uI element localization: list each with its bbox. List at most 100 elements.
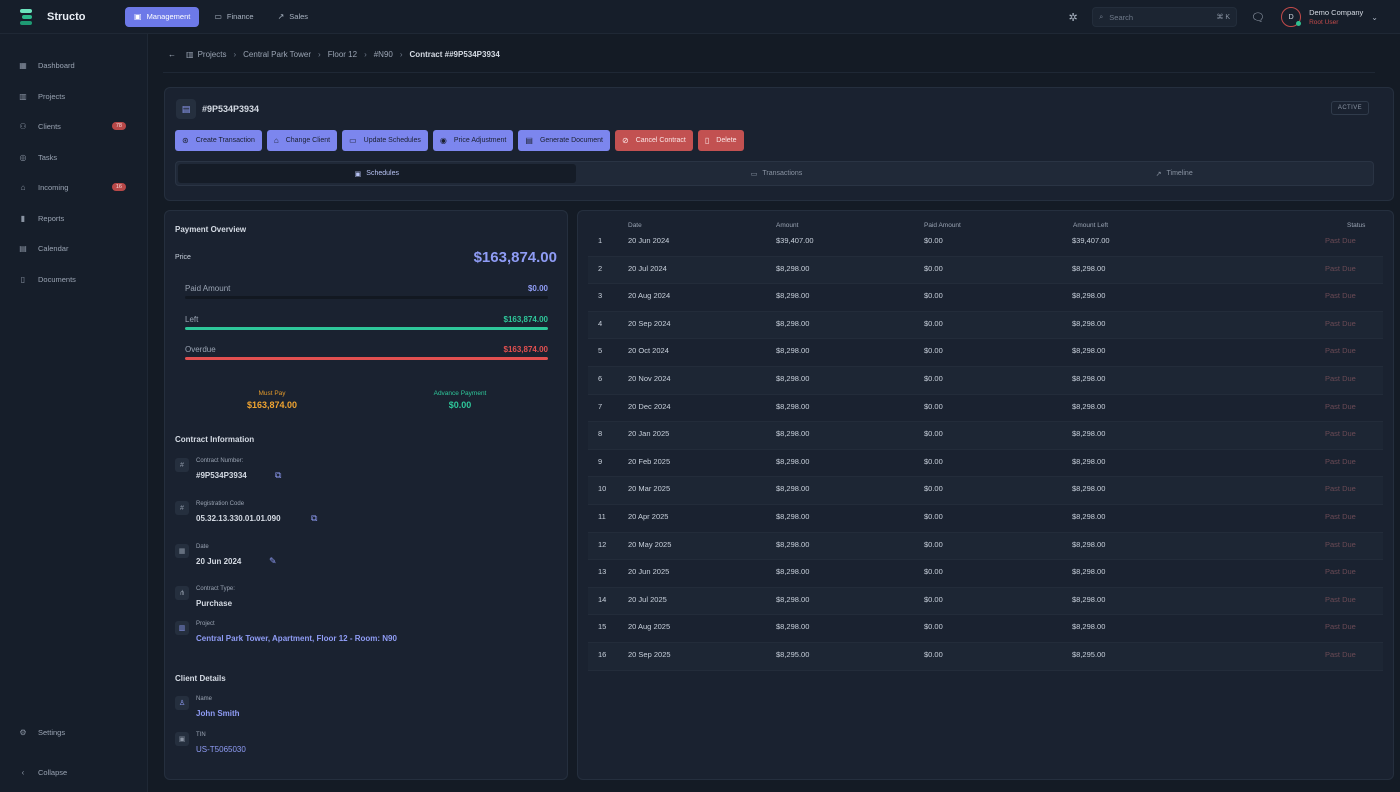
delete-button[interactable]: ▯ Delete: [697, 130, 744, 151]
row-index: 16: [598, 650, 607, 659]
module-tab-management[interactable]: ▣ Management: [125, 6, 200, 27]
tab-label: Schedules: [366, 170, 399, 177]
table-row[interactable]: 3 20 Aug 2024 $8,298.00 $0.00 $8,298.00 Past …: [588, 284, 1383, 312]
sidebar-item-dashboard[interactable]: ▦ Dashboard: [0, 55, 148, 75]
breadcrumb-item-floor[interactable]: Floor 12: [328, 50, 357, 59]
row-amount-left: $8,298.00: [1072, 622, 1106, 632]
row-date: 20 Dec 2024: [628, 401, 671, 411]
generate-document-button[interactable]: ▤ Generate Document: [518, 130, 610, 151]
table-row[interactable]: 4 20 Sep 2024 $8,298.00 $0.00 $8,298.00 Past …: [588, 311, 1383, 340]
search-input[interactable]: ⌕ Search ⌘ K: [1092, 7, 1238, 27]
update-schedules-button[interactable]: ▭ Update Schedules: [342, 130, 428, 151]
column-header-amount[interactable]: Amount: [776, 222, 798, 229]
sidebar-item-tasks[interactable]: ◎ Tasks: [0, 147, 148, 167]
sidebar-item-clients[interactable]: ⚇ Clients 78: [0, 116, 148, 136]
row-date: 20 Mar 2025: [628, 484, 671, 494]
pencil-icon[interactable]: ✎: [269, 556, 277, 567]
bug-icon[interactable]: ✲: [1064, 8, 1082, 26]
sidebar-item-projects[interactable]: ▥ Projects: [0, 86, 148, 106]
breadcrumb-item-unit[interactable]: #N90: [374, 50, 393, 59]
table-row[interactable]: 9 20 Feb 2025 $8,298.00 $0.00 $8,298.00 Past …: [588, 450, 1383, 478]
app-logo[interactable]: Structo: [0, 8, 125, 26]
sidebar-item-reports[interactable]: ▮ Reports: [0, 208, 148, 228]
tab-schedules[interactable]: ▣ Schedules: [178, 164, 576, 183]
overdue-label: Overdue: [185, 345, 216, 354]
chat-icon[interactable]: 🗨: [1249, 8, 1267, 26]
table-row[interactable]: 8 20 Jan 2025 $8,298.00 $0.00 $8,298.00 Past …: [588, 422, 1383, 450]
module-tab-label: Management: [146, 12, 191, 21]
copy-icon[interactable]: ⧉: [311, 513, 317, 524]
user-menu[interactable]: D Demo Company Root User ⌄: [1281, 7, 1378, 27]
column-header-date[interactable]: Date: [628, 222, 642, 229]
column-header-paid-amount[interactable]: Paid Amount: [924, 222, 961, 229]
row-amount: $8,298.00: [776, 567, 810, 577]
chevron-right-icon: ›: [233, 49, 237, 59]
breadcrumb: ← ▥ Projects › Central Park Tower › Floo…: [168, 48, 500, 60]
change-client-button[interactable]: ⌂ Change Client: [266, 130, 338, 151]
row-date: 20 Jun 2025: [628, 567, 670, 577]
sidebar-item-settings[interactable]: ⚙ Settings: [0, 722, 148, 742]
table-row[interactable]: 15 20 Aug 2025 $8,298.00 $0.00 $8,298.00 Past…: [588, 615, 1383, 643]
table-row[interactable]: 16 20 Sep 2025 $8,295.00 $0.00 $8,295.00 Past…: [588, 643, 1383, 671]
table-row[interactable]: 10 20 Mar 2025 $8,298.00 $0.00 $8,298.00 Past…: [588, 477, 1383, 505]
module-tab-finance[interactable]: ▭ Finance: [205, 7, 262, 27]
cancel-contract-button[interactable]: ⊘ Cancel Contract: [614, 130, 693, 151]
row-amount-left: $8,298.00: [1072, 539, 1106, 549]
row-paid-amount: $0.00: [924, 263, 943, 273]
table-row[interactable]: 6 20 Nov 2024 $8,298.00 $0.00 $8,298.00 Past …: [588, 367, 1383, 395]
tab-transactions[interactable]: ▭ Transactions: [578, 162, 976, 185]
document-icon: ▯: [20, 274, 26, 284]
sidebar-item-incoming[interactable]: ⌂ Incoming 16: [0, 177, 148, 197]
chevron-left-icon: ‹: [21, 767, 25, 777]
column-header-status[interactable]: Status: [1347, 222, 1365, 229]
row-status: Past Due: [1325, 346, 1356, 356]
price-adjustment-button[interactable]: ◉ Price Adjustment: [432, 130, 514, 151]
sidebar-collapse-button[interactable]: ‹ Collapse: [0, 762, 148, 782]
sidebar-item-documents[interactable]: ▯ Documents: [0, 269, 148, 289]
row-status: Past Due: [1325, 291, 1356, 301]
button-label: Update Schedules: [363, 137, 421, 144]
row-paid-amount: $0.00: [924, 401, 943, 411]
sidebar-item-calendar[interactable]: ▤ Calendar: [0, 238, 148, 258]
progress-fill: [185, 327, 548, 330]
client-details-title: Client Details: [175, 674, 226, 683]
cash-icon: ▭: [750, 170, 758, 178]
progress-track: [185, 327, 548, 330]
button-label: Create Transaction: [195, 137, 255, 144]
chevron-down-icon: ⌄: [1371, 12, 1378, 22]
table-row[interactable]: 12 20 May 2025 $8,298.00 $0.00 $8,298.00 Past…: [588, 532, 1383, 561]
client-name-link[interactable]: John Smith: [196, 709, 240, 718]
table-row[interactable]: 11 20 Apr 2025 $8,298.00 $0.00 $8,298.00 Past…: [588, 505, 1383, 533]
project-link[interactable]: Central Park Tower, Apartment, Floor 12 …: [196, 634, 397, 643]
breadcrumb-item-projects[interactable]: Projects: [198, 50, 227, 59]
document-icon: ▤: [176, 99, 196, 119]
table-row[interactable]: 2 20 Jul 2024 $8,298.00 $0.00 $8,298.00 Past …: [588, 256, 1383, 285]
create-transaction-button[interactable]: ⊛ Create Transaction: [175, 130, 262, 151]
contract-information-title: Contract Information: [175, 435, 255, 444]
table-row[interactable]: 5 20 Oct 2024 $8,298.00 $0.00 $8,298.00 Past …: [588, 339, 1383, 367]
table-row[interactable]: 13 20 Jun 2025 $8,298.00 $0.00 $8,298.00 Past…: [588, 560, 1383, 588]
table-row[interactable]: 7 20 Dec 2024 $8,298.00 $0.00 $8,298.00 Past …: [588, 395, 1383, 423]
trend-icon: ↗: [1155, 170, 1162, 178]
registration-code-label: Registration Code: [196, 501, 245, 507]
chevron-right-icon: ›: [318, 49, 321, 59]
breadcrumb-item-project[interactable]: Central Park Tower: [243, 50, 311, 59]
module-tab-sales[interactable]: ↗ Sales: [269, 7, 317, 27]
row-date: 20 Sep 2024: [628, 318, 671, 328]
breadcrumb-current: Contract ##9P534P3934: [409, 49, 500, 59]
row-paid-amount: $0.00: [924, 291, 943, 301]
file-generate-icon: ▤: [525, 136, 533, 145]
row-amount: $8,298.00: [776, 512, 810, 521]
copy-icon[interactable]: ⧉: [275, 470, 281, 481]
table-row[interactable]: 1 20 Jun 2024 $39,407.00 $0.00 $39,407.00 Pas…: [588, 229, 1383, 257]
row-index: 11: [598, 512, 606, 521]
column-header-amount-left[interactable]: Amount Left: [1073, 222, 1108, 229]
row-status: Past Due: [1325, 429, 1356, 439]
table-row[interactable]: 14 20 Jul 2025 $8,298.00 $0.00 $8,298.00 Past…: [588, 587, 1383, 616]
row-index: 12: [598, 539, 607, 549]
tab-timeline[interactable]: ↗ Timeline: [975, 162, 1373, 185]
must-pay-value: $163,874.00: [246, 400, 298, 410]
back-arrow-icon[interactable]: ←: [168, 50, 176, 59]
clients-count-badge: 78: [111, 122, 126, 130]
row-paid-amount: $0.00: [924, 512, 943, 521]
